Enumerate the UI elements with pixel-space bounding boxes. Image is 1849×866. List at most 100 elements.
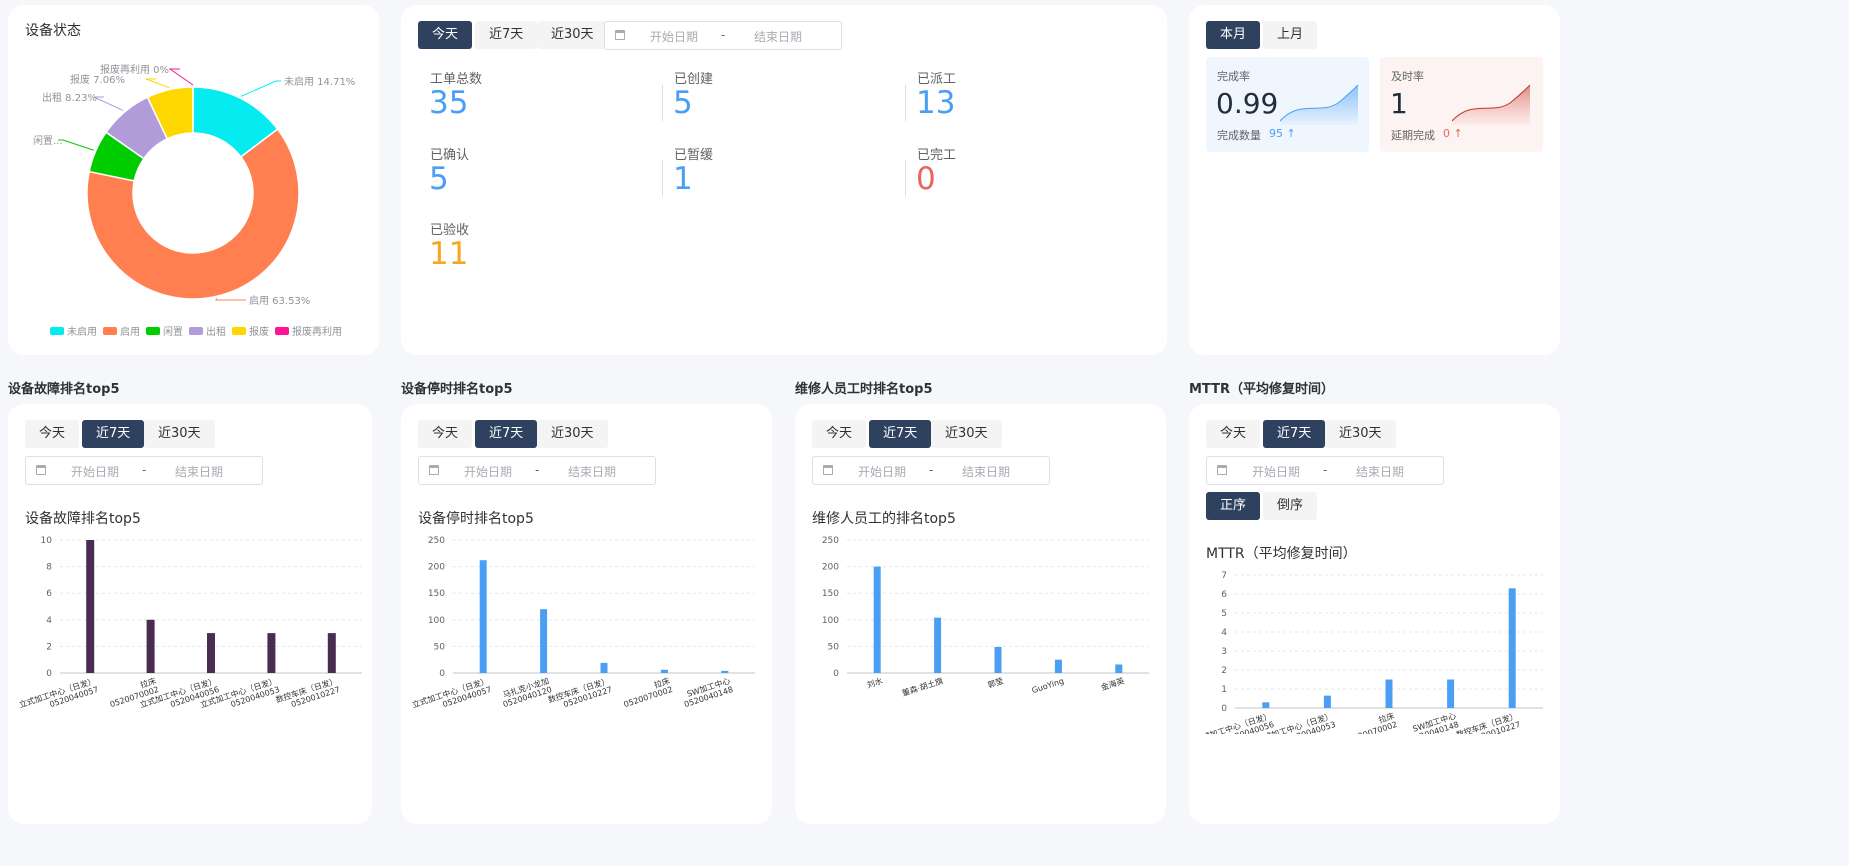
- pie-label-line: [240, 80, 281, 97]
- device-status-pie-chart: 未启用 14.71%启用 63.53%闲置...出租 8.23%报废 7.06%…: [33, 63, 355, 338]
- bar: [86, 540, 95, 673]
- downtime-ranking-section-title: 设备停时排名top5: [401, 382, 513, 397]
- x-tick-label-line: GuoYing: [1031, 676, 1065, 695]
- start-date-placeholder: 开始日期: [650, 30, 699, 44]
- x-tick-label: 数控车床（日发）0520010227: [1455, 710, 1522, 734]
- x-tick-label: SW加工中心0520040148: [683, 675, 734, 709]
- y-tick-label: 0: [1221, 704, 1227, 714]
- y-tick-label: 200: [428, 563, 445, 573]
- work-order-today-button[interactable]: 今天: [418, 21, 473, 49]
- legend-label: 报废: [249, 325, 269, 338]
- stat-total-value: 35: [429, 85, 469, 121]
- x-tick-label: 立式加工中心（日发）0520040056: [1193, 710, 1275, 734]
- x-tick-label: 刘水: [866, 675, 884, 689]
- stat-divider: [905, 160, 906, 196]
- last-month-button[interactable]: 上月: [1263, 21, 1318, 49]
- stat-completed-value: 0: [916, 161, 936, 197]
- y-tick-label: 6: [1221, 590, 1227, 600]
- x-tick-label-line: 刘水: [866, 675, 884, 689]
- x-tick-label: 立式加工中心（日发）0520040057: [411, 675, 493, 709]
- fault-ranking-card: 今天 近7天 近30天 开始日期 - 结束日期 设备故障排名top5 02468…: [8, 404, 372, 824]
- x-tick-label: SW加工中心0520040148: [1409, 710, 1460, 734]
- completion-rate-value: 0.99: [1216, 87, 1279, 120]
- y-tick-label: 6: [46, 589, 52, 599]
- bar: [721, 670, 729, 673]
- y-tick-label: 250: [428, 536, 445, 546]
- x-tick-label: 数控车床（日发）0520010227: [274, 675, 341, 709]
- x-tick-label: 金海英: [1100, 675, 1126, 692]
- y-tick-label: 100: [428, 616, 445, 626]
- completion-rate-label: 完成率: [1217, 70, 1250, 83]
- stat-divider: [662, 85, 663, 121]
- pie-slice-label: 闲置...: [33, 134, 63, 147]
- bar: [1508, 588, 1516, 708]
- y-tick-label: 150: [822, 589, 839, 599]
- legend-swatch: [146, 327, 160, 335]
- bar: [994, 646, 1002, 673]
- x-tick-label: GuoYing: [1031, 676, 1065, 695]
- stat-dispatched-value: 13: [916, 85, 956, 121]
- mttr-bar-chart: 01234567立式加工中心（日发）0520040056立式加工中心（日发）05…: [1193, 571, 1543, 734]
- legend-label: 未启用: [67, 325, 97, 338]
- y-tick-label: 100: [822, 616, 839, 626]
- pie-label-line: [168, 68, 194, 86]
- pie-label-line: [145, 78, 170, 89]
- bar: [1323, 695, 1331, 708]
- legend-swatch: [275, 327, 289, 335]
- y-tick-label: 4: [46, 616, 52, 626]
- y-tick-label: 50: [434, 642, 446, 652]
- device-status-card: 设备状态 未启用 14.71% 启用 63.53% 闲置... 出租 8.23% 报废 …: [8, 5, 379, 355]
- pie-label-line: [58, 139, 94, 151]
- legend-label: 启用: [120, 325, 140, 338]
- bar: [1115, 664, 1123, 673]
- x-tick-label: 郭莹: [986, 675, 1004, 689]
- x-tick-label: 马扎克小龙加0520040120: [501, 675, 553, 709]
- fault-ranking-section-title: 设备故障排名top5: [8, 382, 120, 397]
- stat-suspended-value: 1: [673, 161, 693, 197]
- y-tick-label: 0: [439, 669, 445, 679]
- pie-label-line: [93, 96, 124, 112]
- work-order-date-range[interactable]: 开始日期 - 结束日期: [604, 21, 842, 50]
- stat-confirmed-value: 5: [429, 161, 449, 197]
- x-tick-label: 拉床0520070002: [1347, 710, 1398, 734]
- legend-label: 闲置: [163, 325, 183, 338]
- this-month-button[interactable]: 本月: [1206, 21, 1261, 49]
- worker-hours-card: 今天 近7天 近30天 开始日期 - 结束日期 维修人员工的排名top5 0 50…: [795, 404, 1166, 824]
- x-tick-label-line: 董森·胡土旗: [901, 675, 945, 698]
- downtime-ranking-card: 今天 近7天 近30天 开始日期 - 结束日期 设备停时排名top5 0 50 10…: [401, 404, 772, 824]
- pie-slice-label: 报废再利用 0%: [100, 63, 169, 76]
- pie-slice-label: 启用 63.53%: [249, 294, 310, 307]
- calendar-icon: [615, 30, 625, 40]
- bar: [267, 633, 276, 673]
- downtime-ranking-bar-chart: 0 50 100 150 200 250 立式加工中心（日发）0520040057 马扎克小龙…: [411, 536, 755, 710]
- bar: [479, 560, 487, 673]
- bar: [1262, 702, 1270, 708]
- bar: [327, 633, 336, 673]
- y-tick-label: 8: [46, 563, 52, 573]
- completion-trend-sparkline: [1280, 84, 1359, 125]
- bar: [934, 617, 942, 673]
- completion-count-label: 完成数量: [1217, 129, 1261, 142]
- legend-swatch: [50, 327, 64, 335]
- bar: [600, 662, 608, 673]
- pie-label-line: [215, 298, 246, 301]
- y-tick-label: 0: [46, 669, 52, 679]
- timeliness-trend-sparkline: [1452, 84, 1531, 125]
- work-order-30days-button[interactable]: 近30天: [537, 21, 608, 49]
- y-tick-label: 2: [1221, 666, 1227, 676]
- x-tick-label: 拉床0520070002: [623, 675, 674, 709]
- pie-slice-label: 出租 8.23%: [42, 91, 97, 104]
- x-tick-label: 董森·胡土旗: [901, 675, 945, 698]
- worker-hours-section-title: 维修人员工时排名top5: [795, 382, 933, 397]
- mttr-card: 今天 近7天 近30天 开始日期 - 结束日期 正序 倒序 MTTR（平均修复时…: [1189, 404, 1560, 824]
- work-order-7days-button[interactable]: 近7天: [475, 21, 538, 49]
- stat-accepted-value: 11: [429, 236, 469, 272]
- stat-created-value: 5: [673, 85, 693, 121]
- completion-count-value: 95 ↑: [1269, 127, 1296, 140]
- bar: [207, 633, 215, 673]
- y-tick-label: 10: [41, 536, 53, 546]
- x-tick-label: 数控车床（日发）0520010227: [547, 675, 614, 709]
- y-tick-label: 3: [1221, 647, 1227, 657]
- worker-hours-bar-chart: 0 50 100 150 200 250 刘水 董森·胡土旗 郭莹 GuoYing 金海英: [822, 536, 1149, 698]
- y-tick-label: 7: [1221, 571, 1227, 581]
